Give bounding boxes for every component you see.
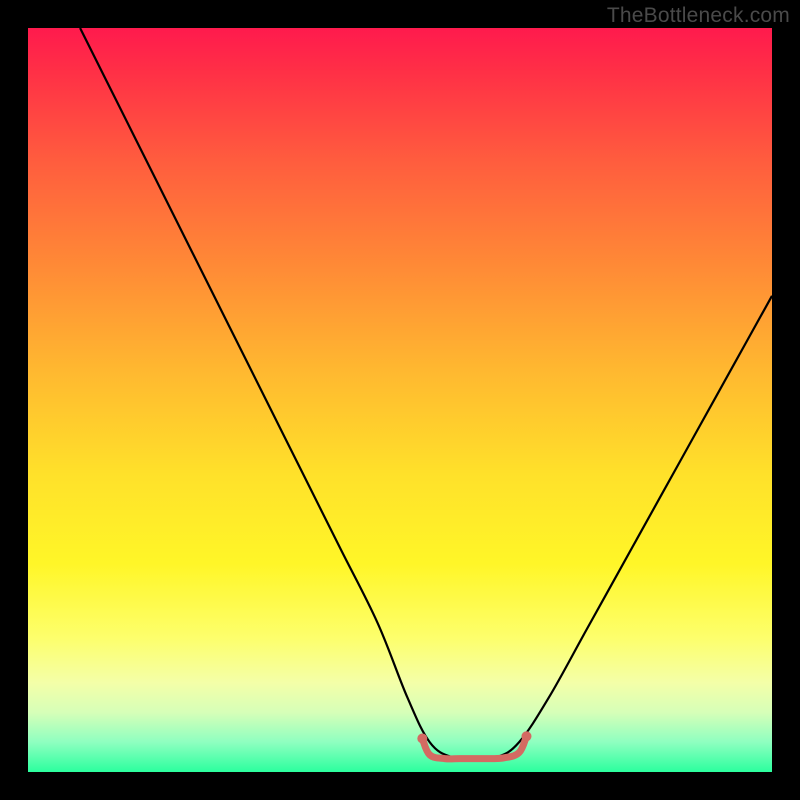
- chart-frame: TheBottleneck.com: [0, 0, 800, 800]
- plot-area: [28, 28, 772, 772]
- valley-marker-dot-left: [417, 734, 427, 744]
- valley-marker-dot-right: [521, 731, 531, 741]
- bottleneck-curve: [80, 28, 772, 758]
- valley-marker: [422, 736, 526, 759]
- curve-layer: [28, 28, 772, 772]
- watermark-text: TheBottleneck.com: [607, 4, 790, 28]
